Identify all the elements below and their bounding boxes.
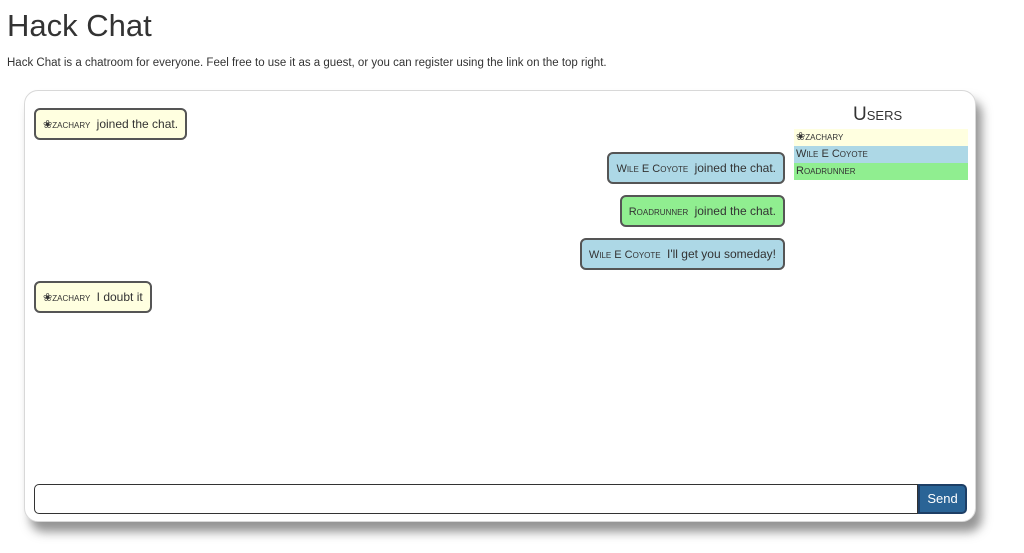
chat-message: Roadrunner joined the chat.	[619, 195, 785, 227]
message-nick: ❀zachary	[43, 292, 91, 304]
message-text: joined the chat.	[694, 204, 776, 218]
message-nick: ❀zachary	[43, 119, 91, 131]
send-button[interactable]: Send	[918, 484, 967, 514]
users-title: Users	[853, 104, 903, 125]
chat-message: Wile E Coyote joined the chat.	[607, 152, 785, 184]
chat-message: Wile E Coyote I'll get you someday!	[579, 238, 785, 270]
message-nick: Roadrunner	[628, 206, 689, 218]
page-title: Hack Chat	[7, 8, 152, 43]
user-name: Wile E Coyote	[796, 148, 868, 160]
user-item[interactable]: Wile E Coyote	[794, 146, 968, 163]
user-item[interactable]: Roadrunner	[794, 163, 968, 180]
message-nick: Wile E Coyote	[588, 249, 661, 261]
message-text: I doubt it	[96, 290, 143, 304]
user-item[interactable]: ❀zachary	[794, 129, 968, 146]
chat-message: ❀zachary joined the chat.	[34, 108, 188, 140]
message-text: I'll get you someday!	[666, 247, 776, 261]
chat-message: ❀zachary I doubt it	[34, 281, 152, 313]
user-name: ❀zachary	[796, 131, 844, 143]
chat-panel: Users ❀zachary Wile E Coyote Roadrunner …	[24, 90, 976, 522]
chat-input[interactable]	[34, 484, 918, 514]
users-list: ❀zachary Wile E Coyote Roadrunner	[794, 129, 968, 180]
message-text: joined the chat.	[694, 161, 776, 175]
message-text: joined the chat.	[96, 117, 179, 131]
user-name: Roadrunner	[796, 165, 856, 177]
page-description: Hack Chat is a chatroom for everyone. Fe…	[7, 57, 607, 69]
message-nick: Wile E Coyote	[616, 163, 689, 175]
